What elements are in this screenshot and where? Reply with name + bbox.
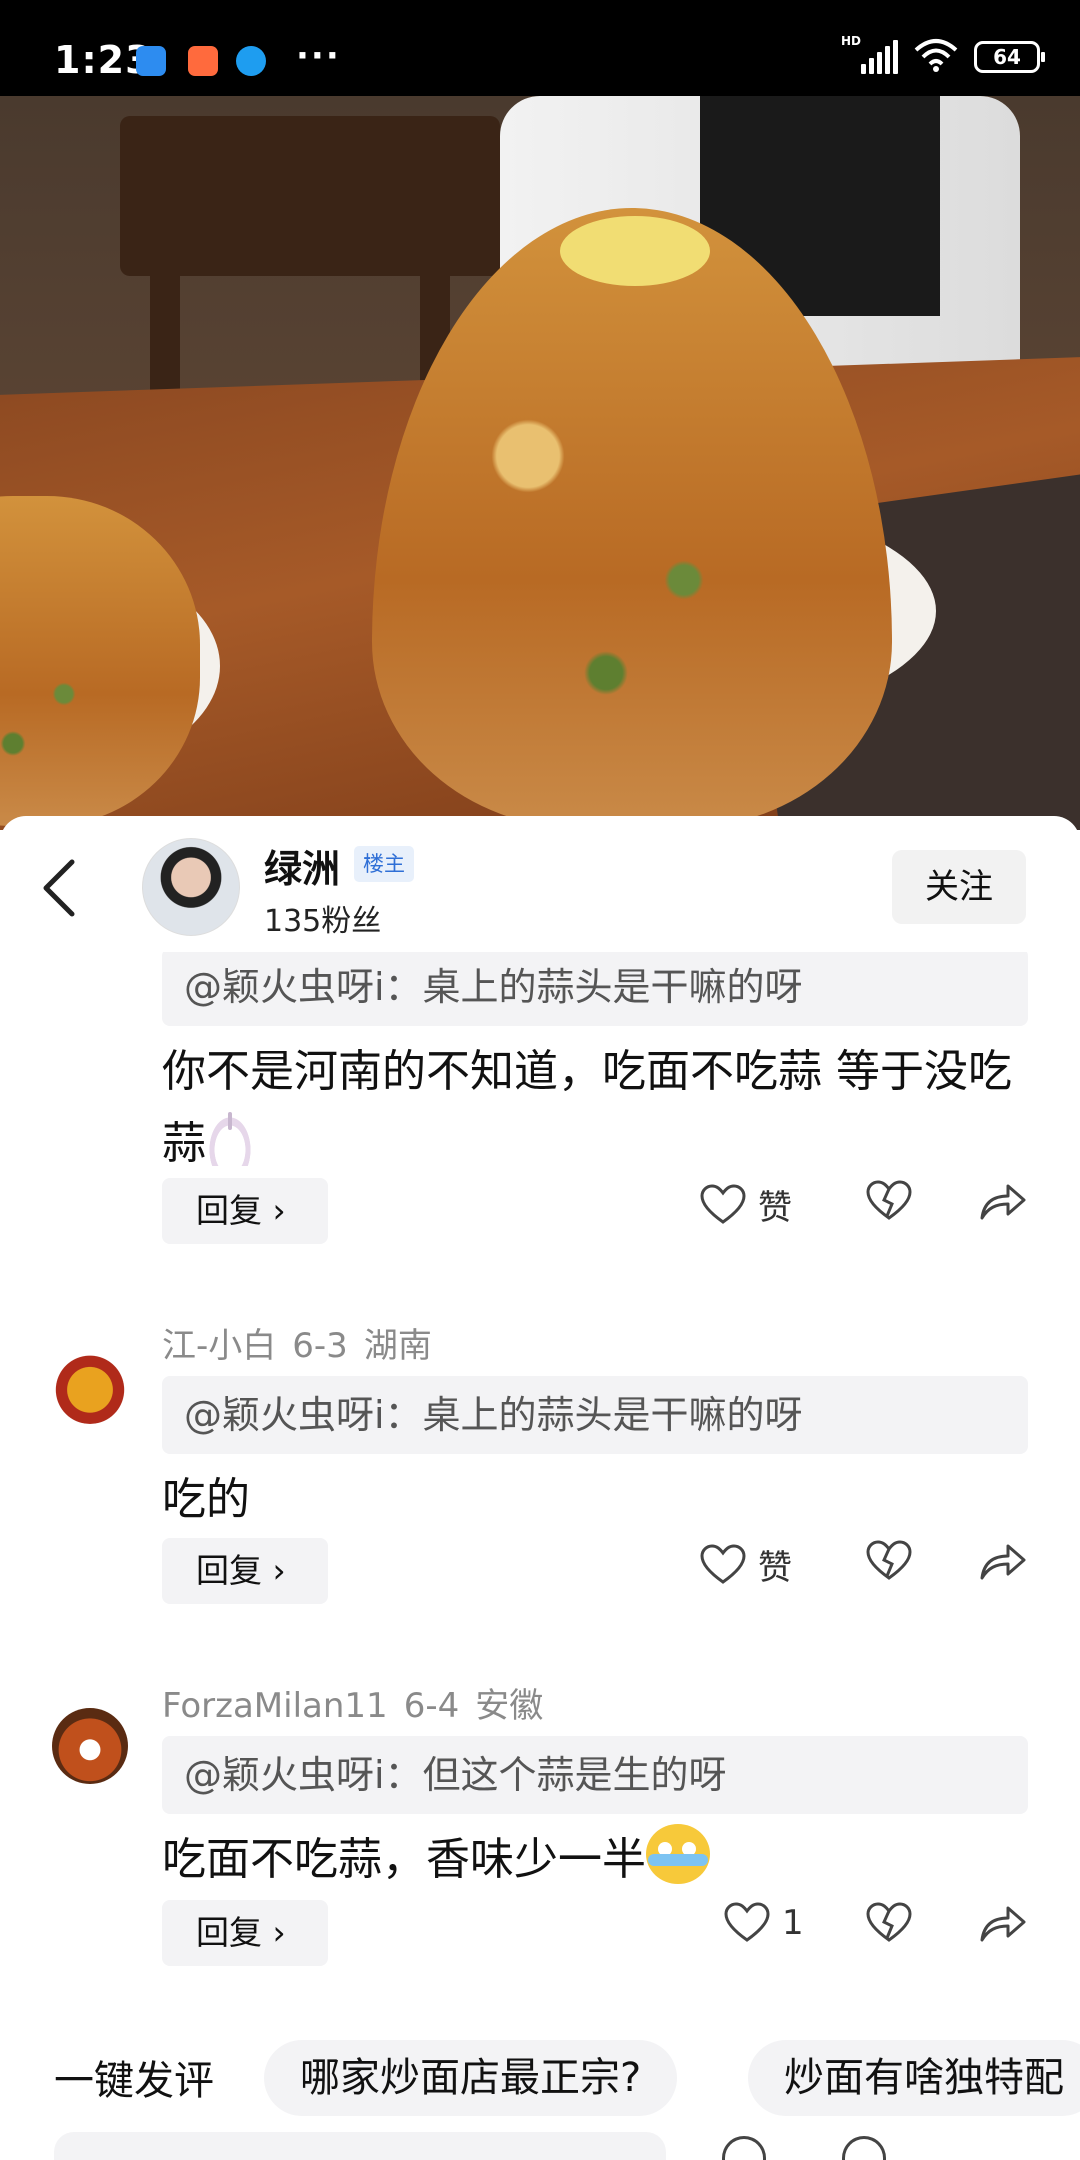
comment-location: 湖南 — [363, 1326, 432, 1366]
share-button[interactable] — [978, 1540, 1026, 1582]
comment-text: 吃的 — [162, 1474, 250, 1525]
quick-comment-label: 一键发评 — [54, 2058, 214, 2104]
author-name[interactable]: 绿洲 — [264, 838, 340, 893]
shopping-app-icon — [188, 46, 218, 76]
bird-app-icon — [236, 46, 266, 76]
back-button[interactable] — [40, 858, 90, 918]
comment-text-content: 吃面不吃蒜，香味少一半 — [162, 1834, 646, 1885]
comment-meta: 江-小白 6-3 湖南 — [162, 1318, 448, 1367]
broken-heart-icon — [866, 1902, 912, 1944]
dislike-button[interactable] — [866, 1902, 912, 1944]
like-label: 赞 — [758, 1188, 792, 1228]
comment-input[interactable] — [54, 2132, 666, 2160]
broken-heart-icon — [866, 1180, 912, 1222]
reply-button[interactable]: 回复 › — [162, 1538, 328, 1604]
comment-location: 安徽 — [475, 1686, 544, 1726]
battery-icon: 64 — [974, 41, 1045, 73]
broken-heart-icon — [866, 1540, 912, 1582]
heart-icon — [700, 1543, 746, 1586]
like-button[interactable]: 赞 — [700, 1180, 792, 1229]
share-icon — [978, 1180, 1026, 1222]
signal-icon: HD — [841, 34, 898, 74]
quoted-comment[interactable]: @颖火虫呀i：桌上的蒜头是干嘛的呀 — [162, 952, 1028, 1026]
commenter-avatar[interactable] — [52, 1708, 128, 1784]
dislike-button[interactable] — [866, 1180, 912, 1222]
commenter-avatar[interactable] — [52, 1348, 128, 1424]
reply-label: 回复 — [196, 1191, 262, 1230]
chevron-right-icon: › — [272, 1191, 286, 1230]
owner-badge: 楼主 — [354, 846, 414, 882]
heart-icon — [724, 1902, 770, 1944]
commenter-name[interactable]: ForzaMilan11 — [162, 1686, 388, 1726]
wifi-icon — [914, 38, 958, 76]
comment-list[interactable]: @颖火虫呀i：桌上的蒜头是干嘛的呀 你不是河南的不知道，吃面不吃蒜 等于没吃蒜 … — [0, 952, 1080, 2160]
quoted-comment[interactable]: @颖火虫呀i：但这个蒜是生的呀 — [162, 1736, 1028, 1814]
chevron-right-icon: › — [272, 1551, 286, 1590]
heart-icon — [700, 1183, 746, 1226]
like-button[interactable]: 1 — [724, 1902, 804, 1944]
comment-text: 吃面不吃蒜，香味少一半 — [162, 1824, 1028, 1896]
commenter-name[interactable]: 江-小白 — [162, 1326, 276, 1366]
like-button[interactable]: 赞 — [700, 1540, 792, 1589]
back-chevron-icon — [43, 859, 75, 917]
reply-button[interactable]: 回复 › — [162, 1900, 328, 1966]
comment-date: 6-4 — [403, 1686, 460, 1726]
chevron-right-icon: › — [272, 1913, 286, 1952]
quick-comment-chip[interactable]: 哪家炒面店最正宗? — [264, 2040, 678, 2116]
reply-label: 回复 — [196, 1913, 262, 1952]
comment-text-content: 你不是河南的不知道，吃面不吃蒜 等于没吃蒜 — [162, 1046, 1012, 1169]
comment-date: 6-3 — [292, 1326, 348, 1366]
share-button[interactable] — [978, 1180, 1026, 1222]
quick-comment-bar: 一键发评 哪家炒面店最正宗? 炒面有啥独特配 — [0, 2040, 1080, 2130]
reply-button[interactable]: 回复 › — [162, 1178, 328, 1244]
crying-laughing-emoji-icon — [646, 1824, 710, 1884]
comment-text: 你不是河南的不知道，吃面不吃蒜 等于没吃蒜 — [162, 1036, 1028, 1180]
sheet-header: 绿洲 楼主 135粉丝 关注 — [0, 816, 1080, 946]
share-icon — [978, 1902, 1026, 1944]
more-notifications-icon: ··· — [296, 36, 341, 76]
quick-comment-chip[interactable]: 炒面有啥独特配 — [748, 2040, 1080, 2116]
share-button[interactable] — [978, 1902, 1026, 1944]
status-bar: 1:23 ··· HD 64 — [0, 0, 1080, 96]
post-image[interactable] — [0, 96, 1080, 830]
comment-sheet: 绿洲 楼主 135粉丝 关注 @颖火虫呀i：桌上的蒜头是干嘛的呀 你不是河南的不… — [0, 816, 1080, 2160]
comment-meta: ForzaMilan11 6-4 安徽 — [162, 1678, 559, 1727]
author-fans-count: 135粉丝 — [264, 904, 382, 939]
cloud-app-icon — [136, 46, 166, 76]
like-count: 1 — [782, 1903, 804, 1943]
reply-label: 回复 — [196, 1551, 262, 1590]
quoted-comment[interactable]: @颖火虫呀i：桌上的蒜头是干嘛的呀 — [162, 1376, 1028, 1454]
author-avatar[interactable] — [142, 838, 240, 936]
dislike-button[interactable] — [866, 1540, 912, 1582]
share-icon — [978, 1540, 1026, 1582]
like-label: 赞 — [758, 1548, 792, 1588]
garlic-emoji-icon — [206, 1112, 254, 1166]
network-label: HD — [841, 34, 862, 48]
follow-button[interactable]: 关注 — [892, 850, 1026, 924]
